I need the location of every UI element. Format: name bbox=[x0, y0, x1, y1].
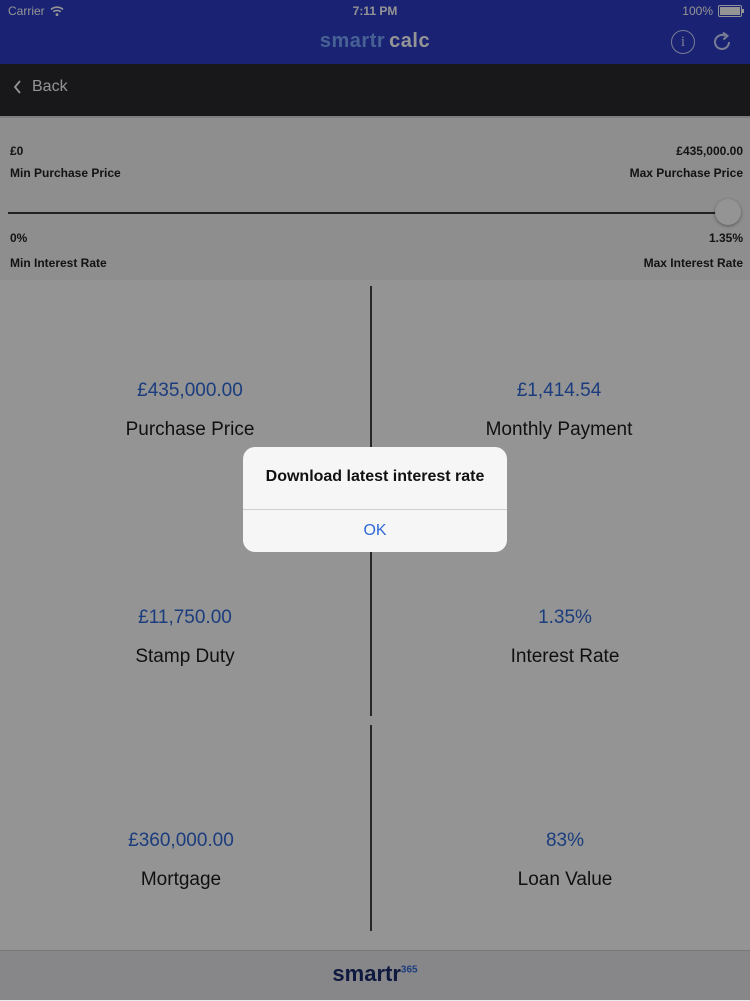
alert-ok-button[interactable]: OK bbox=[243, 510, 507, 552]
alert-title: Download latest interest rate bbox=[265, 468, 485, 485]
alert-dialog: Download latest interest rate OK bbox=[243, 447, 507, 552]
